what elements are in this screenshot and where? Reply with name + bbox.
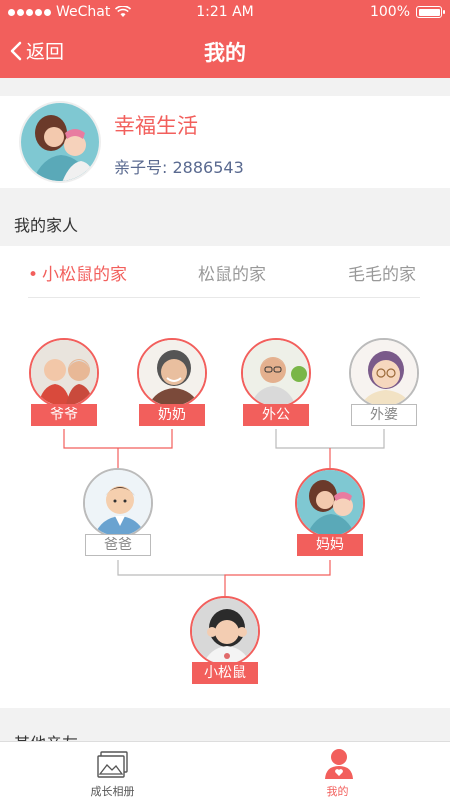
bottom-tab-bar: 成长相册 我的: [0, 741, 450, 800]
member-photo: [137, 338, 207, 408]
member-child[interactable]: 小松鼠: [188, 596, 262, 684]
profile-id-label: 亲子号:: [114, 158, 168, 177]
member-label: 外公: [243, 404, 309, 426]
battery-area: 100%: [369, 4, 445, 20]
member-label: 爷爷: [31, 404, 97, 426]
profile-id-value: 2886543: [172, 158, 244, 177]
page-title: 我的: [204, 41, 246, 65]
grandma-photo: [139, 340, 205, 406]
member-label: 小松鼠: [192, 662, 258, 684]
grandparents-couple-photo: [31, 340, 97, 406]
member-mother[interactable]: 妈妈: [293, 468, 367, 556]
member-photo: [349, 338, 419, 408]
mother-child-photo: [297, 470, 363, 536]
member-photo: [83, 468, 153, 538]
tab-label: 我的: [326, 785, 349, 798]
nav-bar: 返回 我的: [0, 24, 450, 78]
member-label: 妈妈: [297, 534, 363, 556]
battery-icon: [416, 6, 445, 18]
family-panel: 小松鼠的家 松鼠的家 毛毛的家 爷爷: [0, 246, 450, 708]
profile-card[interactable]: 幸福生活 亲子号: 2886543: [0, 96, 450, 188]
member-father[interactable]: 爸爸: [81, 468, 155, 556]
tab-label: 成长相册: [90, 785, 135, 798]
member-photo: [29, 338, 99, 408]
profile-id: 亲子号: 2886543: [114, 154, 244, 178]
grandpa-photo: [243, 340, 309, 406]
member-photo: [241, 338, 311, 408]
member-grandpa-paternal[interactable]: 爷爷: [27, 338, 101, 426]
tab-mine[interactable]: 我的: [225, 742, 450, 800]
default-father-avatar-icon: [85, 470, 151, 536]
avatar[interactable]: [19, 101, 101, 183]
member-label: 外婆: [351, 404, 417, 426]
member-label: 爸爸: [85, 534, 151, 556]
member-grandma-paternal[interactable]: 奶奶: [135, 338, 209, 426]
user-icon: [325, 749, 353, 779]
profile-name: 幸福生活: [114, 114, 198, 138]
family-section-title: 我的家人: [14, 216, 79, 235]
tab-growth-album[interactable]: 成长相册: [0, 742, 225, 800]
status-bar: WeChat 1:21 AM 100%: [0, 0, 450, 24]
default-grandma-avatar-icon: [351, 340, 417, 406]
member-label: 奶奶: [139, 404, 205, 426]
member-photo: [295, 468, 365, 538]
photo-album-icon: [97, 751, 128, 778]
child-photo: [192, 598, 258, 664]
member-grandma-maternal[interactable]: 外婆: [347, 338, 421, 426]
member-grandpa-maternal[interactable]: 外公: [239, 338, 313, 426]
mother-child-photo: [21, 103, 99, 181]
battery-percent: 100%: [369, 4, 410, 20]
member-photo: [190, 596, 260, 666]
